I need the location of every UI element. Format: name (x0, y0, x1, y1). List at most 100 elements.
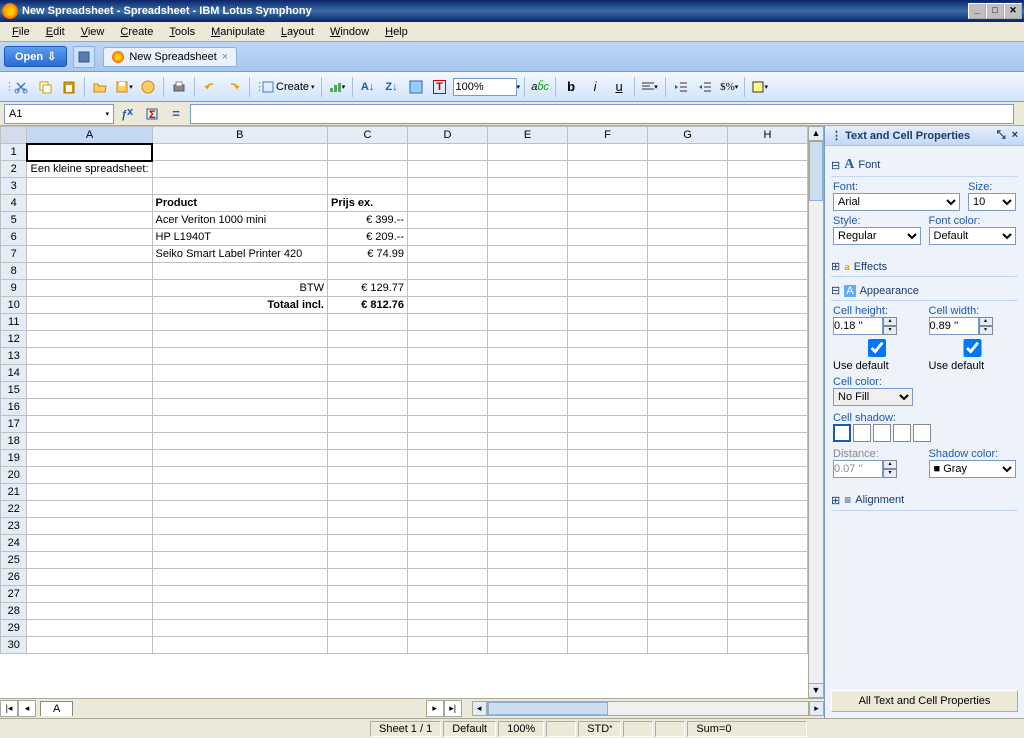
status-zoom[interactable]: 100% (498, 721, 544, 737)
sort-asc-button[interactable]: A↓ (357, 76, 379, 98)
menu-edit[interactable]: Edit (38, 24, 73, 40)
undo-button[interactable] (199, 76, 221, 98)
close-tab-icon[interactable]: × (222, 51, 228, 63)
row-header[interactable]: 11 (1, 314, 27, 331)
row-header[interactable]: 8 (1, 263, 27, 280)
menu-file[interactable]: File (4, 24, 38, 40)
close-button[interactable]: ✕ (1004, 3, 1022, 19)
cell[interactable] (27, 144, 152, 161)
row-header[interactable]: 21 (1, 484, 27, 501)
row-header[interactable]: 23 (1, 518, 27, 535)
grid[interactable]: A B C D E F G H 1 2Een kleine spreadshee… (0, 126, 808, 698)
sheet-last-button[interactable]: ▸| (444, 700, 462, 717)
row-header[interactable]: 3 (1, 178, 27, 195)
scroll-down-icon[interactable]: ▼ (808, 683, 824, 698)
borders-button[interactable]: ▾ (749, 76, 771, 98)
alignment-section-header[interactable]: ⊞ ≡ Alignment (831, 490, 1018, 511)
cell-reference-box[interactable]: A1▾ (4, 104, 114, 124)
pin-icon[interactable]: ⤡ (997, 129, 1006, 141)
cell[interactable] (152, 144, 327, 161)
equals-button[interactable]: = (166, 104, 186, 124)
open-file-button[interactable] (89, 76, 111, 98)
cell[interactable]: € 399.-- (327, 212, 407, 229)
italic-button[interactable]: i (584, 76, 606, 98)
cell[interactable]: € 209.-- (327, 229, 407, 246)
shadowcolor-select[interactable]: ■ Gray (929, 460, 1017, 478)
row-header[interactable]: 12 (1, 331, 27, 348)
font-color-select[interactable]: Default (929, 227, 1017, 245)
row-header[interactable]: 19 (1, 450, 27, 467)
row-header[interactable]: 20 (1, 467, 27, 484)
appearance-section-header[interactable]: ⊟ A Appearance (831, 281, 1018, 301)
row-header[interactable]: 1 (1, 144, 27, 161)
effects-section-header[interactable]: ⊞ a Effects (831, 257, 1018, 277)
vertical-scrollbar[interactable]: ▲ ▼ (808, 126, 824, 698)
row-header[interactable]: 10 (1, 297, 27, 314)
status-sum[interactable]: Sum=0 (687, 721, 807, 737)
row-header[interactable]: 28 (1, 603, 27, 620)
width-input[interactable] (929, 317, 979, 335)
save-button[interactable]: ▾ (113, 76, 135, 98)
all-properties-button[interactable]: All Text and Cell Properties (831, 690, 1018, 712)
web-button[interactable] (137, 76, 159, 98)
open-button[interactable]: Open ⇩ (4, 46, 67, 67)
shadow-opt[interactable] (873, 424, 891, 442)
sheet-first-button[interactable]: |◂ (0, 700, 18, 717)
row-header[interactable]: 5 (1, 212, 27, 229)
row-header[interactable]: 24 (1, 535, 27, 552)
width-default-checkbox[interactable] (929, 339, 1017, 357)
cellcolor-select[interactable]: No Fill (833, 388, 913, 406)
menu-layout[interactable]: Layout (273, 24, 322, 40)
scroll-left-icon[interactable]: ◂ (472, 701, 487, 716)
height-input[interactable] (833, 317, 883, 335)
sheet-tab[interactable]: A (40, 701, 73, 716)
scroll-thumb[interactable] (809, 141, 823, 201)
col-header-e[interactable]: E (488, 127, 568, 144)
col-header-h[interactable]: H (728, 127, 808, 144)
cell[interactable]: BTW (152, 280, 327, 297)
cell[interactable]: Een kleine spreadsheet: (27, 161, 152, 178)
size-select[interactable]: 10 (968, 193, 1016, 211)
document-tab[interactable]: New Spreadsheet × (103, 47, 237, 67)
indent-dec-button[interactable] (670, 76, 692, 98)
cell[interactable]: Acer Veriton 1000 mini (152, 212, 327, 229)
spin-down-icon[interactable]: ▾ (883, 326, 897, 335)
scroll-up-icon[interactable]: ▲ (808, 126, 824, 141)
redo-button[interactable] (223, 76, 245, 98)
row-header[interactable]: 7 (1, 246, 27, 263)
function-wizard-button[interactable]: ƒx (118, 104, 138, 124)
row-header[interactable]: 6 (1, 229, 27, 246)
copy-button[interactable] (34, 76, 56, 98)
cut-button[interactable] (10, 76, 32, 98)
row-header[interactable]: 16 (1, 399, 27, 416)
menu-tools[interactable]: Tools (161, 24, 203, 40)
zoom-input[interactable] (453, 78, 517, 96)
row-header[interactable]: 18 (1, 433, 27, 450)
cell[interactable]: Prijs ex. (327, 195, 407, 212)
scroll-right-icon[interactable]: ▸ (809, 701, 824, 716)
minimize-button[interactable]: _ (968, 3, 986, 19)
maximize-button[interactable]: □ (986, 3, 1004, 19)
create-button[interactable]: Create▾ (260, 76, 317, 98)
format-cells-button[interactable] (405, 76, 427, 98)
style-select[interactable]: Regular (833, 227, 921, 245)
shadow-none[interactable] (833, 424, 851, 442)
col-header-a[interactable]: A (27, 127, 152, 144)
cell[interactable]: Product (152, 195, 327, 212)
close-panel-icon[interactable]: × (1012, 129, 1018, 141)
sheet-prev-button[interactable]: ◂ (18, 700, 36, 717)
height-default-checkbox[interactable] (833, 339, 921, 357)
row-header[interactable]: 25 (1, 552, 27, 569)
sum-button[interactable]: Σ (142, 104, 162, 124)
row-header[interactable]: 29 (1, 620, 27, 637)
row-header[interactable]: 4 (1, 195, 27, 212)
row-header[interactable]: 27 (1, 586, 27, 603)
cell[interactable]: € 74.99 (327, 246, 407, 263)
home-button[interactable] (73, 46, 95, 68)
currency-button[interactable]: $%▾ (718, 76, 740, 98)
col-header-f[interactable]: F (568, 127, 648, 144)
cell[interactable]: HP L1940T (152, 229, 327, 246)
row-header[interactable]: 17 (1, 416, 27, 433)
sort-desc-button[interactable]: Z↓ (381, 76, 403, 98)
row-header[interactable]: 9 (1, 280, 27, 297)
